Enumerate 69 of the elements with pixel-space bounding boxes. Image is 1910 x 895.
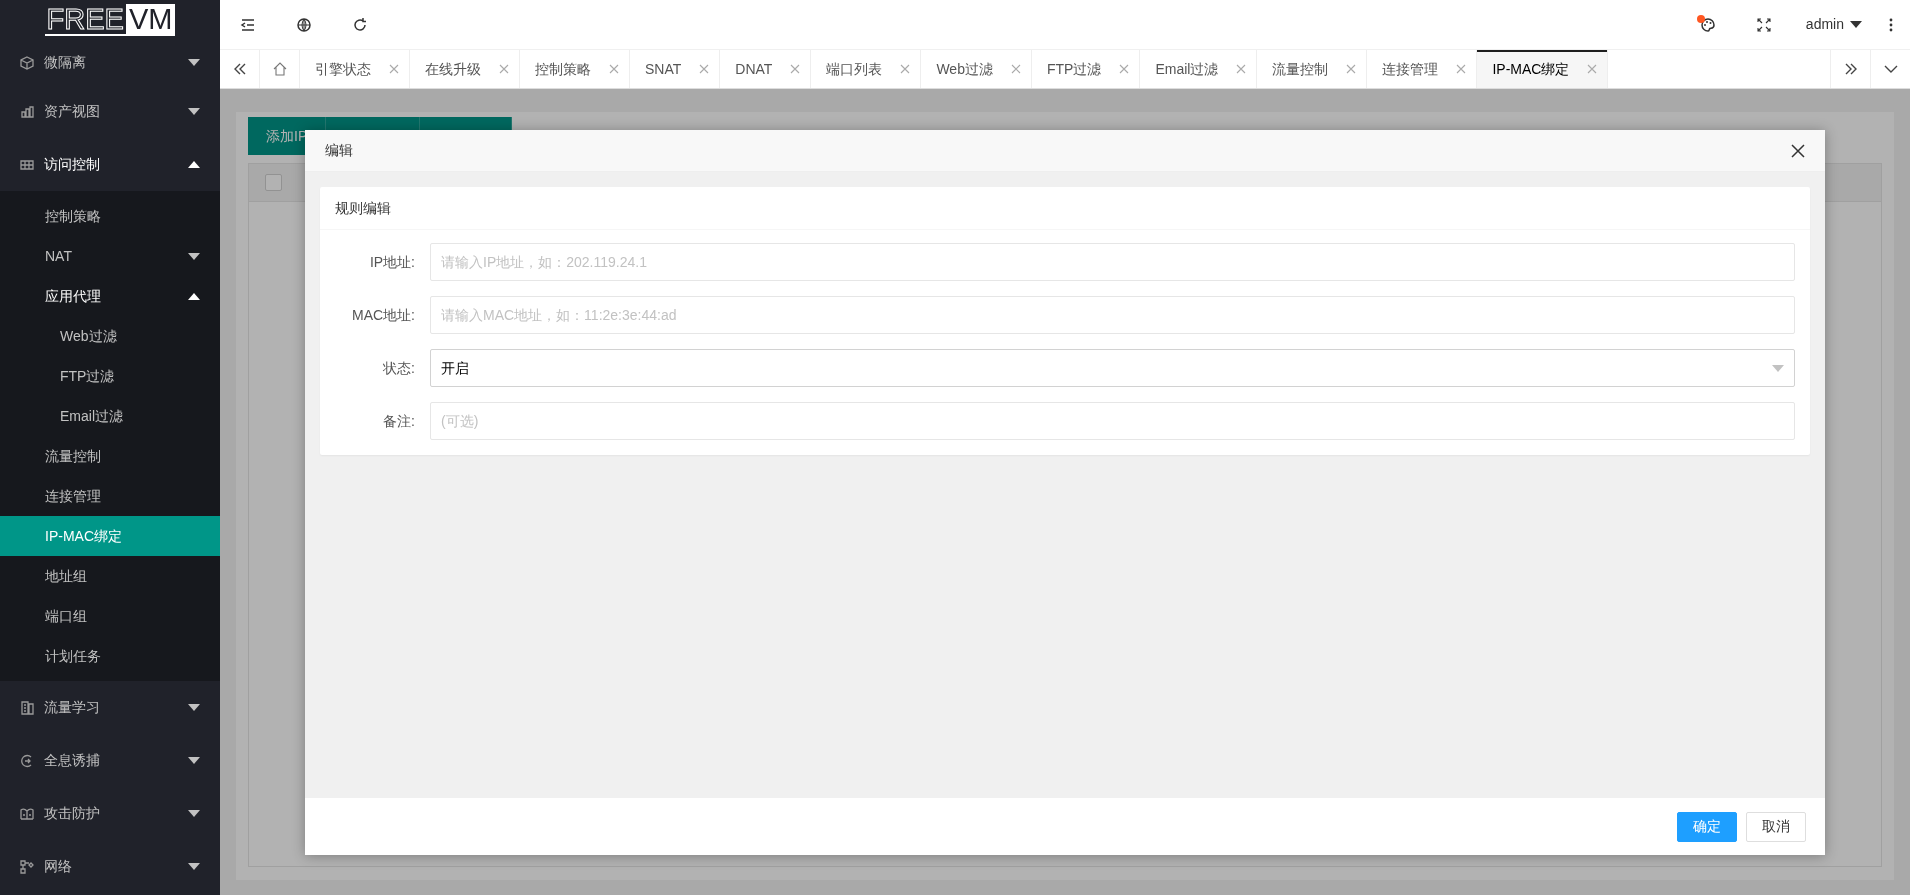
server-icon: [20, 700, 34, 715]
caret-icon: [1850, 21, 1862, 28]
indent-icon: [240, 16, 256, 33]
page-tab[interactable]: SNAT: [630, 50, 721, 88]
caret-icon: [1772, 364, 1784, 372]
panel-title: 规则编辑: [335, 198, 391, 218]
caret-icon: [188, 108, 200, 115]
select-all-checkbox[interactable]: [265, 174, 282, 191]
sidebar-subitem[interactable]: Web过滤: [0, 316, 220, 356]
expand-icon: [1755, 16, 1772, 33]
caret-icon: [188, 757, 200, 764]
field-label: 备注:: [382, 411, 416, 431]
page-tab[interactable]: IP-MAC绑定: [1477, 50, 1609, 88]
page-tab[interactable]: DNAT: [720, 50, 812, 88]
page-tab[interactable]: Email过滤: [1140, 50, 1258, 88]
sidebar-item[interactable]: 全息诱捕: [0, 734, 220, 787]
page-tab[interactable]: FTP过滤: [1031, 50, 1141, 88]
sidebar-item[interactable]: 微隔离: [0, 40, 220, 85]
sidebar-subitem[interactable]: 流量控制: [0, 436, 220, 476]
caret-icon: [188, 292, 200, 300]
sidebar-subitem[interactable]: NAT: [0, 236, 220, 276]
input-field[interactable]: 请输入MAC地址，如：11:2e:3e:44:ad: [430, 296, 1795, 334]
caret-icon: [188, 704, 200, 711]
sidebar-item[interactable]: 网络: [0, 840, 220, 893]
target-icon: [20, 753, 34, 768]
sidebar-subitem[interactable]: 地址组: [0, 556, 220, 596]
page-tab[interactable]: 在线升级: [410, 50, 520, 88]
home-icon: [271, 61, 288, 77]
close-icon[interactable]: [1791, 143, 1805, 158]
status-select[interactable]: 开启: [430, 349, 1795, 387]
sidebar-subitem[interactable]: 端口组: [0, 596, 220, 636]
dialog-title: 编辑: [325, 141, 353, 160]
caret-icon: [188, 59, 200, 66]
input-field[interactable]: (可选): [430, 402, 1795, 440]
sidebar-subitem[interactable]: FTP过滤: [0, 356, 220, 396]
user-menu-button[interactable]: admin: [1791, 0, 1872, 50]
caret-icon: [188, 161, 200, 168]
page-tab[interactable]: 流量控制: [1257, 50, 1368, 88]
globe-icon: [296, 16, 312, 33]
sidebar-subitem[interactable]: 连接管理: [0, 476, 220, 516]
sidebar-subitem[interactable]: Email过滤: [0, 396, 220, 436]
sidebar-item[interactable]: 资产视图: [0, 85, 220, 138]
sidebar-item[interactable]: 流量学习: [0, 681, 220, 734]
caret-icon: [188, 863, 200, 870]
sidebar-subitem[interactable]: 计划任务: [0, 636, 220, 676]
book-icon: [20, 806, 34, 821]
sidebar-item[interactable]: 访问控制: [0, 138, 220, 191]
sidebar-item[interactable]: 攻击防护: [0, 787, 220, 840]
input-field[interactable]: 请输入IP地址，如：202.119.24.1: [430, 243, 1795, 281]
refresh-icon: [352, 16, 368, 33]
chart-icon: [20, 104, 34, 119]
field-label: IP地址:: [368, 252, 416, 272]
page-tab[interactable]: 端口列表: [811, 50, 922, 88]
cube-icon: [20, 55, 34, 70]
network-icon: [20, 859, 34, 874]
page-tab[interactable]: Web过滤: [921, 50, 1032, 88]
page-tab[interactable]: 控制策略: [520, 50, 630, 88]
sidebar-subitem[interactable]: 控制策略: [0, 196, 220, 236]
page-tab[interactable]: 引擎状态: [300, 50, 410, 88]
sidebar-subitem[interactable]: IP-MAC绑定: [0, 516, 220, 556]
logo: FREE VM: [44, 4, 176, 36]
cancel-button[interactable]: 取消: [1746, 811, 1806, 842]
grid-icon: [20, 157, 34, 172]
sidebar-subitem[interactable]: 应用代理: [0, 276, 220, 316]
palette-icon: [1699, 16, 1716, 33]
field-label: 状态:: [382, 358, 416, 378]
caret-icon: [188, 810, 200, 817]
caret-icon: [188, 252, 200, 260]
field-label: MAC地址:: [351, 305, 416, 325]
